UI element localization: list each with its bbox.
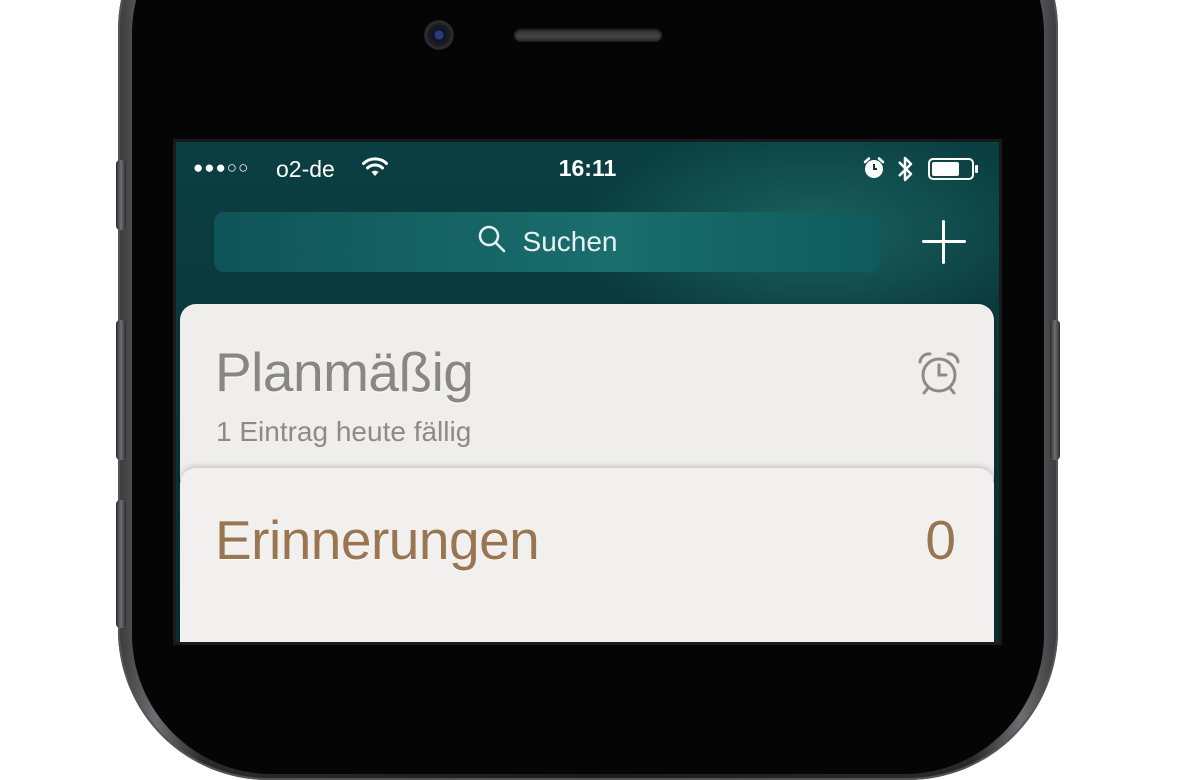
battery-icon: [928, 158, 978, 180]
silent-switch: [116, 160, 126, 230]
front-camera: [424, 20, 454, 50]
alarm-clock-icon: [916, 350, 962, 401]
volume-button: [116, 320, 126, 460]
power-button: [1050, 320, 1060, 460]
status-bar: ●●●○○ o2-de 16:11: [176, 142, 999, 194]
list-card-scheduled[interactable]: Planmäßig 1 Eintrag heute fällig: [180, 304, 994, 494]
list-subtitle: 1 Eintrag heute fällig: [216, 416, 472, 447]
volume-button: [116, 500, 126, 628]
search-placeholder: Suchen: [522, 226, 618, 257]
alarm-icon: [862, 156, 886, 185]
list-count: 0: [925, 509, 956, 571]
list-title: Erinnerungen: [215, 509, 540, 571]
add-button[interactable]: [922, 220, 966, 264]
list-title: Planmäßig: [215, 341, 474, 403]
screen: ●●●○○ o2-de 16:11 Suchen Planmäßig 1 Ein…: [176, 142, 999, 642]
search-row: Suchen: [176, 212, 999, 274]
earpiece-speaker: [514, 28, 662, 42]
list-card-reminders[interactable]: Erinnerungen 0: [180, 468, 994, 642]
bluetooth-icon: [896, 154, 914, 189]
search-input[interactable]: Suchen: [214, 212, 880, 272]
search-icon: [477, 224, 523, 261]
